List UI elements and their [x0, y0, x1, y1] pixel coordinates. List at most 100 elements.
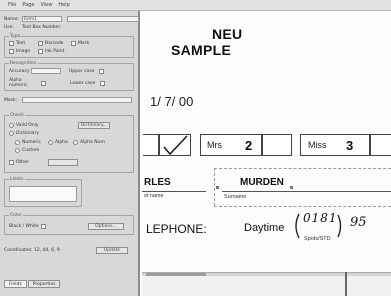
- first-name-caption: st name: [144, 193, 164, 199]
- menu-bar: File Page View Help: [0, 0, 391, 11]
- menu-page[interactable]: Page: [22, 2, 34, 8]
- surname-value: MURDEN: [240, 177, 284, 188]
- check-dictionary-radio[interactable]: [9, 131, 14, 136]
- type-group: Type Text Barcode Mark Image Ink Paint: [4, 34, 134, 58]
- mask-field[interactable]: [22, 97, 132, 103]
- sub-numeric-label: Numeric: [22, 140, 41, 145]
- title-box-1[interactable]: [143, 134, 159, 156]
- other-button[interactable]: [48, 159, 78, 166]
- color-options-button[interactable]: Options...: [88, 223, 124, 230]
- recog-alnum-checkbox[interactable]: [41, 80, 46, 86]
- handwritten-code-2: 95: [350, 215, 367, 230]
- title-box-checked[interactable]: [159, 134, 191, 156]
- type-mark-checkbox[interactable]: [71, 41, 76, 46]
- sub-numeric-radio[interactable]: [15, 140, 20, 145]
- other-label: Other: [16, 160, 29, 165]
- horizontal-scrollbar[interactable]: [142, 272, 391, 276]
- document-date: 1/ 7/ 00: [150, 94, 194, 109]
- name-value: Form1: [24, 16, 37, 21]
- update-button[interactable]: Update: [96, 247, 128, 254]
- selection-left-edge: [214, 168, 215, 206]
- type-barcode-label: Barcode: [45, 41, 64, 46]
- limits-field[interactable]: [9, 186, 77, 202]
- panel-tabs: Fields Properties: [4, 280, 61, 288]
- handle-left[interactable]: [216, 186, 219, 189]
- handwritten-caption: Spots/STD: [304, 236, 331, 242]
- title-miss-label: Miss: [308, 140, 327, 150]
- check-group-title: Check: [9, 113, 25, 118]
- title-box-miss-check[interactable]: [370, 134, 391, 156]
- recog-lower-label: Lower case: [70, 80, 96, 86]
- tab-properties[interactable]: Properties: [27, 280, 61, 288]
- document-title-line-2: SAMPLE: [171, 42, 232, 58]
- sub-alpha-label: Alpha: [55, 140, 68, 145]
- use-value: Text Box Number: [22, 25, 61, 30]
- coordinates-label: Coordinates: 12, 44, 6, 9: [4, 248, 60, 253]
- check-group: Check Valid Only Dictionary... Dictionar…: [4, 113, 134, 173]
- tab-fields[interactable]: Fields: [4, 280, 27, 288]
- sub-alphanum-radio[interactable]: [73, 140, 78, 145]
- name-label: Name:: [4, 16, 19, 22]
- properties-panel: Name: Form1 Use: Text Box Number Type Te…: [0, 11, 140, 296]
- update-button-label: Update: [103, 248, 121, 253]
- sub-custom-label: Custom: [22, 148, 40, 153]
- use-label: Use:: [4, 25, 14, 30]
- color-group-title: Color: [9, 213, 23, 218]
- name-extra-field[interactable]: [67, 16, 139, 22]
- name-field[interactable]: Form1: [22, 16, 62, 22]
- bracket-close-icon: [337, 214, 342, 238]
- type-image-checkbox[interactable]: [9, 49, 14, 54]
- type-barcode-checkbox[interactable]: [38, 41, 43, 46]
- surname-underline: [222, 191, 391, 192]
- recog-alnum-label: Alpha numeric: [9, 78, 28, 88]
- title-box-mrs-check[interactable]: [262, 134, 292, 156]
- recognition-group: Recognition Accuracy Upper case Alpha nu…: [4, 61, 134, 91]
- handle-mid[interactable]: [290, 186, 293, 189]
- color-mode-label: Black / White: [9, 224, 39, 229]
- tab-properties-label: Properties: [32, 281, 56, 287]
- type-text-checkbox[interactable]: [9, 41, 14, 46]
- tab-fields-label: Fields: [9, 281, 22, 287]
- first-name-value: RLES: [144, 177, 171, 188]
- title-miss-number: 3: [346, 138, 354, 153]
- check-valid-radio[interactable]: [9, 123, 14, 128]
- dictionary-button[interactable]: Dictionary...: [78, 122, 110, 129]
- telephone-label: LEPHONE:: [146, 222, 207, 236]
- recognition-group-title: Recognition: [9, 61, 38, 66]
- recog-accuracy-field[interactable]: [31, 68, 61, 74]
- bracket-icon: [295, 213, 300, 239]
- sub-alpha-radio[interactable]: [48, 140, 53, 145]
- document-bottom-strip: [142, 276, 391, 296]
- daytime-label: Daytime: [244, 222, 285, 234]
- recog-accuracy-label: Accuracy: [9, 68, 30, 74]
- title-mrs-label: Mrs: [207, 140, 222, 150]
- dictionary-button-label: Dictionary...: [80, 123, 108, 128]
- title-mrs-number: 2: [245, 138, 253, 153]
- menu-view[interactable]: View: [40, 2, 52, 8]
- recog-lower-checkbox[interactable]: [100, 80, 105, 86]
- sub-custom-radio[interactable]: [15, 148, 20, 153]
- limits-group-title: Limits: [9, 177, 25, 182]
- type-group-title: Type: [9, 34, 22, 39]
- first-name-underline: [142, 191, 206, 192]
- document-split-handle[interactable]: [345, 272, 347, 296]
- color-mode-checkbox[interactable]: [41, 224, 46, 229]
- selection-bottom-edge: [214, 206, 391, 207]
- checkmark-icon: [163, 135, 188, 156]
- handwritten-code: 0181: [303, 211, 338, 225]
- type-ink-label: Ink Paint: [45, 49, 65, 54]
- horizontal-scrollbar-thumb[interactable]: [146, 273, 206, 276]
- mask-label: Mask:: [4, 97, 18, 103]
- color-options-button-label: Options...: [95, 224, 117, 229]
- document-title-line-1: NEU: [212, 26, 243, 42]
- limits-group: Limits: [4, 177, 82, 207]
- color-group: Color Black / White Options...: [4, 213, 134, 235]
- selection-top-edge: [214, 168, 391, 169]
- recog-upper-checkbox[interactable]: [99, 68, 104, 74]
- type-image-label: Image: [16, 49, 31, 54]
- sub-alphanum-label: Alpha Num: [80, 140, 105, 145]
- menu-file[interactable]: File: [8, 2, 16, 8]
- type-ink-checkbox[interactable]: [38, 49, 43, 54]
- menu-help[interactable]: Help: [58, 2, 69, 8]
- other-checkbox[interactable]: [9, 160, 14, 165]
